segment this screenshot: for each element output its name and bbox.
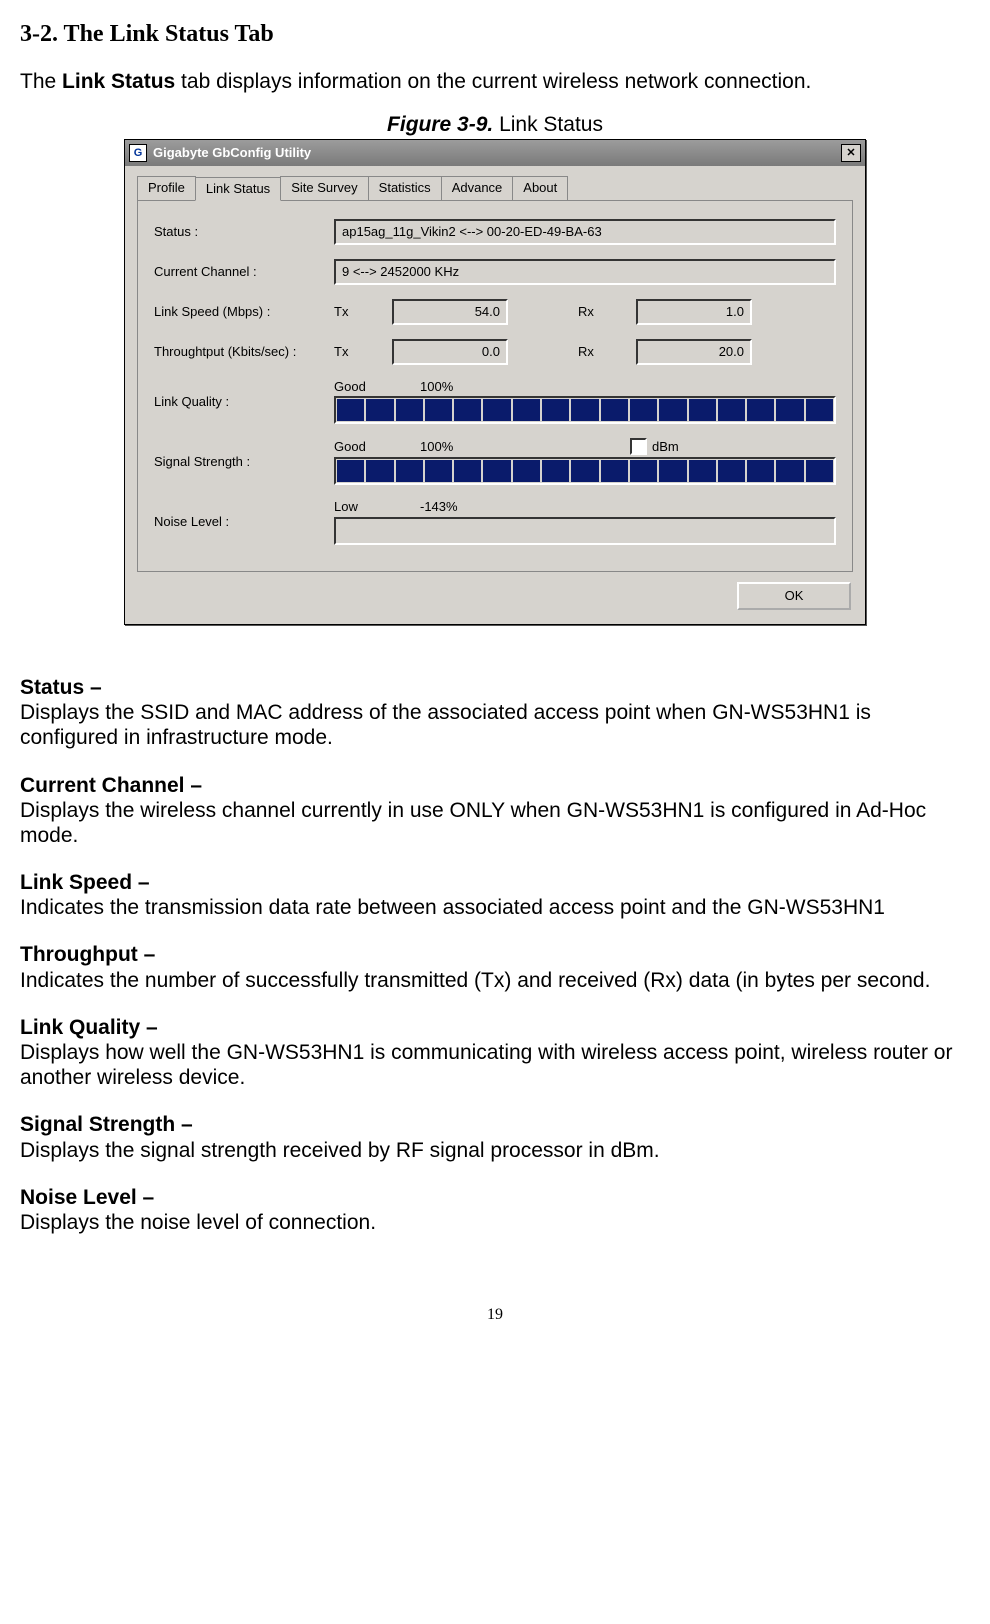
desc-linkquality-term: Link Quality –	[20, 1015, 970, 1040]
label-signal-strength: Signal Strength :	[154, 454, 334, 470]
label-throughput: Throughtput (Kbits/sec) :	[154, 344, 334, 360]
intro-prefix: The	[20, 70, 62, 93]
desc-linkspeed: Link Speed – Indicates the transmission …	[20, 870, 970, 920]
signal-strength-qualifier: Good	[334, 439, 390, 455]
desc-linkquality-body: Displays how well the GN-WS53HN1 is comm…	[20, 1040, 970, 1090]
tab-link-status[interactable]: Link Status	[195, 177, 281, 201]
value-status: ap15ag_11g_Vikin2 <--> 00-20-ED-49-BA-63	[334, 219, 836, 245]
titlebar: G Gigabyte GbConfig Utility ✕	[125, 140, 865, 166]
desc-linkspeed-term: Link Speed –	[20, 870, 970, 895]
desc-throughput-body: Indicates the number of successfully tra…	[20, 968, 970, 993]
value-link-speed-rx: 1.0	[636, 299, 752, 325]
tab-pane: Status : ap15ag_11g_Vikin2 <--> 00-20-ED…	[137, 200, 853, 572]
desc-channel-term: Current Channel –	[20, 773, 970, 798]
figure-caption: Figure 3-9. Link Status	[20, 112, 970, 137]
label-link-quality: Link Quality :	[154, 394, 334, 410]
desc-channel: Current Channel – Displays the wireless …	[20, 773, 970, 849]
desc-status: Status – Displays the SSID and MAC addre…	[20, 675, 970, 751]
desc-status-term: Status –	[20, 675, 970, 700]
desc-linkspeed-body: Indicates the transmission data rate bet…	[20, 895, 970, 920]
label-current-channel: Current Channel :	[154, 264, 334, 280]
label-tx2: Tx	[334, 344, 362, 360]
value-throughput-tx: 0.0	[392, 339, 508, 365]
noise-level-bar	[334, 517, 836, 545]
desc-linkquality: Link Quality – Displays how well the GN-…	[20, 1015, 970, 1091]
link-quality-percent: 100%	[420, 379, 480, 395]
desc-status-body: Displays the SSID and MAC address of the…	[20, 700, 970, 750]
window-title: Gigabyte GbConfig Utility	[153, 145, 841, 161]
tab-about[interactable]: About	[512, 176, 568, 200]
label-tx: Tx	[334, 304, 362, 320]
desc-channel-body: Displays the wireless channel currently …	[20, 798, 970, 848]
desc-noise: Noise Level – Displays the noise level o…	[20, 1185, 970, 1235]
tab-advance[interactable]: Advance	[441, 176, 514, 200]
ok-button[interactable]: OK	[737, 582, 851, 610]
desc-signal-term: Signal Strength –	[20, 1112, 970, 1137]
desc-throughput: Throughput – Indicates the number of suc…	[20, 942, 970, 992]
label-rx2: Rx	[578, 344, 606, 360]
intro-paragraph: The Link Status tab displays information…	[20, 69, 970, 94]
value-throughput-rx: 20.0	[636, 339, 752, 365]
tab-statistics[interactable]: Statistics	[368, 176, 442, 200]
dbm-label: dBm	[652, 439, 679, 455]
close-icon[interactable]: ✕	[841, 144, 861, 162]
desc-noise-body: Displays the noise level of connection.	[20, 1210, 970, 1235]
link-quality-qualifier: Good	[334, 379, 390, 395]
page-number: 19	[20, 1305, 970, 1324]
tab-site-survey[interactable]: Site Survey	[280, 176, 368, 200]
desc-throughput-term: Throughput –	[20, 942, 970, 967]
noise-level-percent: -143%	[420, 499, 480, 515]
app-icon: G	[129, 144, 147, 162]
label-noise-level: Noise Level :	[154, 514, 334, 530]
tabs-row: Profile Link Status Site Survey Statisti…	[125, 166, 865, 200]
value-current-channel: 9 <--> 2452000 KHz	[334, 259, 836, 285]
signal-strength-percent: 100%	[420, 439, 480, 455]
label-rx: Rx	[578, 304, 606, 320]
intro-suffix: tab displays information on the current …	[175, 70, 811, 93]
figure-label-bold: Figure 3-9.	[387, 113, 493, 136]
value-link-speed-tx: 54.0	[392, 299, 508, 325]
intro-bold: Link Status	[62, 70, 175, 93]
figure-label-rest: Link Status	[493, 113, 603, 136]
signal-strength-bar	[334, 457, 836, 485]
dbm-checkbox[interactable]	[630, 438, 647, 455]
desc-noise-term: Noise Level –	[20, 1185, 970, 1210]
desc-signal-body: Displays the signal strength received by…	[20, 1138, 970, 1163]
tab-profile[interactable]: Profile	[137, 176, 196, 200]
section-heading: 3-2. The Link Status Tab	[20, 20, 970, 49]
label-status: Status :	[154, 224, 334, 240]
desc-signal: Signal Strength – Displays the signal st…	[20, 1112, 970, 1162]
noise-level-qualifier: Low	[334, 499, 390, 515]
label-link-speed: Link Speed (Mbps) :	[154, 304, 334, 320]
dialog-window: G Gigabyte GbConfig Utility ✕ Profile Li…	[124, 139, 866, 625]
link-quality-bar	[334, 396, 836, 424]
